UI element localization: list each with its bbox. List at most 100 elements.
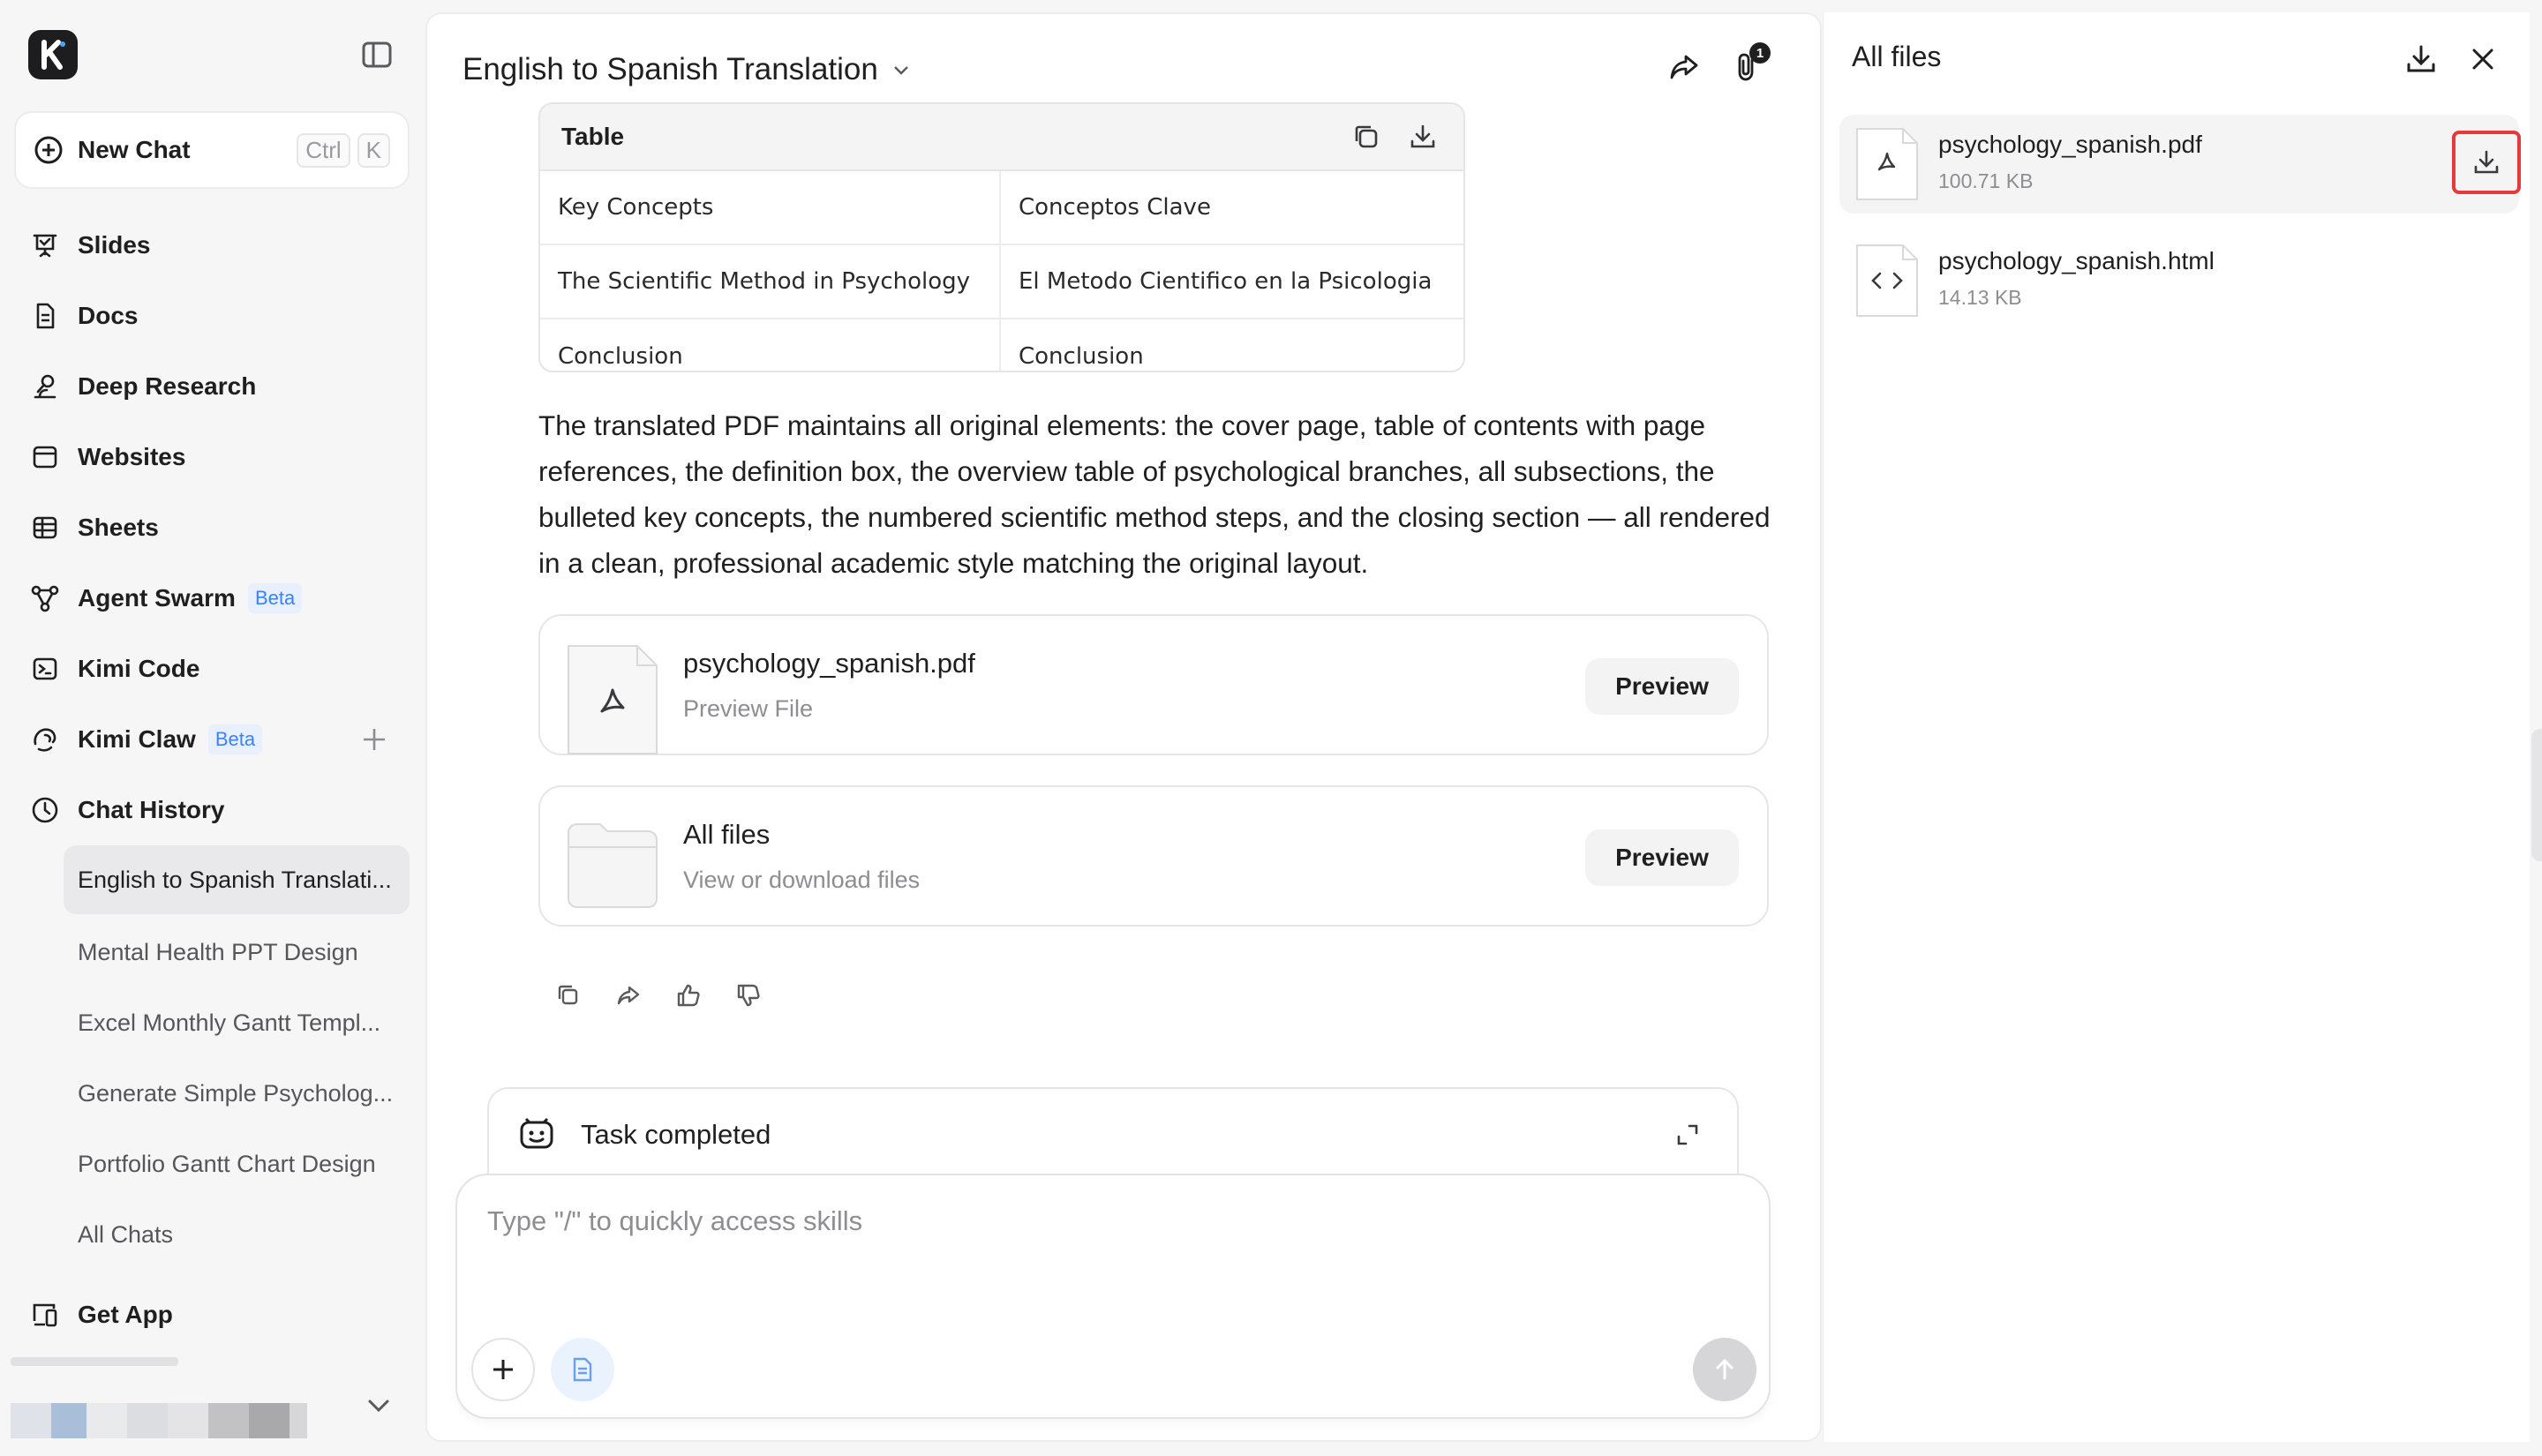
new-chat-button[interactable]: New Chat Ctrl K — [14, 111, 410, 189]
sidebar-item-label: Websites — [78, 443, 186, 470]
thumbs-up-icon[interactable] — [671, 978, 706, 1013]
table-cell: Key Concepts — [540, 171, 1001, 244]
share-icon[interactable] — [1658, 41, 1711, 94]
file-size: 14.13 KB — [1938, 286, 2022, 309]
download-icon[interactable] — [1403, 117, 1442, 156]
devices-icon — [28, 1298, 62, 1332]
all-chats-link[interactable]: All Chats — [64, 1200, 410, 1269]
task-status-text: Task completed — [581, 1119, 771, 1150]
robot-icon — [517, 1115, 556, 1154]
table-row: Key Concepts Conceptos Clave — [540, 171, 1463, 245]
sidebar-item-label: Kimi Claw — [78, 725, 196, 753]
preview-button[interactable]: Preview — [1585, 829, 1739, 886]
chevron-down-icon[interactable] — [362, 1389, 395, 1422]
preview-button[interactable]: Preview — [1585, 658, 1739, 715]
file-list-item[interactable]: psychology_spanish.html 14.13 KB — [1839, 231, 2519, 330]
kimi-k-icon — [41, 40, 65, 70]
clock-icon — [28, 793, 62, 827]
history-item[interactable]: Generate Simple Psycholog... — [64, 1059, 410, 1128]
chat-title: English to Spanish Translation — [463, 52, 878, 86]
table-header: Table — [540, 104, 1463, 171]
sidebar-item-kimi-claw[interactable]: Kimi Claw Beta — [28, 713, 263, 766]
sidebar-item-agent-swarm[interactable]: Agent Swarm Beta — [28, 572, 303, 625]
sidebar-item-sheets[interactable]: Sheets — [28, 501, 159, 554]
table-row: Conclusion Conclusion — [540, 319, 1463, 371]
get-app-button[interactable]: Get App — [28, 1288, 173, 1341]
file-list-item[interactable]: psychology_spanish.pdf 100.71 KB — [1839, 115, 2521, 214]
thumbs-down-icon[interactable] — [731, 978, 766, 1013]
presentation-icon — [28, 229, 62, 262]
docs-skill-button[interactable] — [551, 1338, 614, 1401]
file-subtitle: View or download files — [683, 867, 921, 893]
sidebar-item-label: Sheets — [78, 514, 159, 541]
user-avatar-blurred[interactable] — [11, 1403, 307, 1438]
pdf-file-icon — [567, 644, 658, 755]
add-claw-icon[interactable] — [357, 722, 392, 757]
sidebar-toggle-icon[interactable] — [360, 39, 394, 71]
table-cell: Conclusion — [1019, 343, 1144, 370]
history-item[interactable]: English to Spanish Translati... — [64, 845, 410, 914]
new-chat-label: New Chat — [78, 136, 191, 163]
attachment-count-badge: 1 — [1749, 42, 1771, 64]
composer-placeholder: Type "/" to quickly access skills — [487, 1205, 863, 1236]
history-item[interactable]: Portfolio Gantt Chart Design — [64, 1130, 410, 1198]
sidebar-item-label: Docs — [78, 302, 139, 329]
research-icon — [28, 370, 62, 403]
copy-icon[interactable] — [551, 978, 586, 1013]
get-app-label: Get App — [78, 1301, 173, 1328]
swarm-icon — [28, 582, 62, 615]
sidebar-item-label: Deep Research — [78, 372, 257, 400]
panel-resize-handle[interactable] — [2531, 729, 2542, 861]
task-status-bar[interactable]: Task completed — [487, 1087, 1739, 1184]
sidebar: New Chat Ctrl K Slides Docs Deep Researc… — [0, 0, 424, 1456]
download-all-icon[interactable] — [2399, 37, 2443, 81]
folder-icon — [567, 821, 658, 909]
table-title: Table — [561, 123, 625, 150]
sidebar-item-docs[interactable]: Docs — [28, 289, 138, 342]
copy-icon[interactable] — [1347, 117, 1386, 156]
table-cell: The Scientific Method in Psychology — [540, 245, 1001, 318]
terminal-icon — [28, 652, 62, 686]
download-icon[interactable] — [2452, 131, 2521, 194]
sidebar-item-websites[interactable]: Websites — [28, 431, 185, 484]
chat-title-dropdown[interactable]: English to Spanish Translation — [463, 37, 912, 102]
beta-badge: Beta — [247, 583, 303, 613]
sidebar-item-slides[interactable]: Slides — [28, 219, 150, 272]
history-item[interactable]: Excel Monthly Gantt Templ... — [64, 988, 410, 1057]
chat-panel: English to Spanish Translation 1 Table K… — [425, 12, 1822, 1442]
sidebar-item-chat-history[interactable]: Chat History — [28, 784, 224, 837]
pdf-file-icon — [1855, 127, 1919, 201]
sidebar-item-deep-research[interactable]: Deep Research — [28, 360, 256, 413]
code-file-icon — [1855, 244, 1919, 318]
file-name: psychology_spanish.html — [1938, 247, 2215, 274]
sidebar-item-kimi-code[interactable]: Kimi Code — [28, 642, 199, 695]
plus-circle-icon — [34, 136, 63, 164]
browser-window-icon — [28, 440, 62, 474]
share-icon[interactable] — [611, 978, 646, 1013]
expand-icon[interactable] — [1673, 1121, 1702, 1149]
message-actions — [551, 978, 791, 1013]
pdf-file-card[interactable]: psychology_spanish.pdf Preview File Prev… — [538, 614, 1769, 755]
kimi-logo[interactable] — [28, 30, 78, 79]
add-attachment-button[interactable] — [471, 1338, 535, 1401]
sidebar-item-label: Kimi Code — [78, 655, 200, 682]
file-name: psychology_spanish.pdf — [683, 648, 975, 679]
plus-icon — [493, 1360, 513, 1379]
shortcut-ctrl: Ctrl — [297, 132, 350, 168]
response-paragraph: The translated PDF maintains all origina… — [538, 409, 1771, 579]
table-cell: El Metodo Cientifico en la Psicologia — [1019, 268, 1433, 295]
translation-table: Table Key Concepts Conceptos Clave The S… — [538, 102, 1465, 372]
all-files-card[interactable]: All files View or download files Preview — [538, 785, 1769, 927]
attachments-button[interactable]: 1 — [1721, 41, 1774, 94]
file-name: psychology_spanish.pdf — [1938, 131, 2202, 158]
close-icon[interactable] — [2461, 37, 2505, 81]
sidebar-item-label: Agent Swarm — [78, 584, 236, 612]
message-composer[interactable]: Type "/" to quickly access skills — [455, 1174, 1771, 1419]
document-icon — [28, 299, 62, 333]
sidebar-item-label: Slides — [78, 231, 151, 259]
beta-badge: Beta — [207, 724, 263, 754]
send-button[interactable] — [1693, 1338, 1756, 1401]
history-item[interactable]: Mental Health PPT Design — [64, 918, 410, 987]
table-cell: Conclusion — [540, 319, 1001, 371]
document-icon — [573, 1357, 592, 1382]
